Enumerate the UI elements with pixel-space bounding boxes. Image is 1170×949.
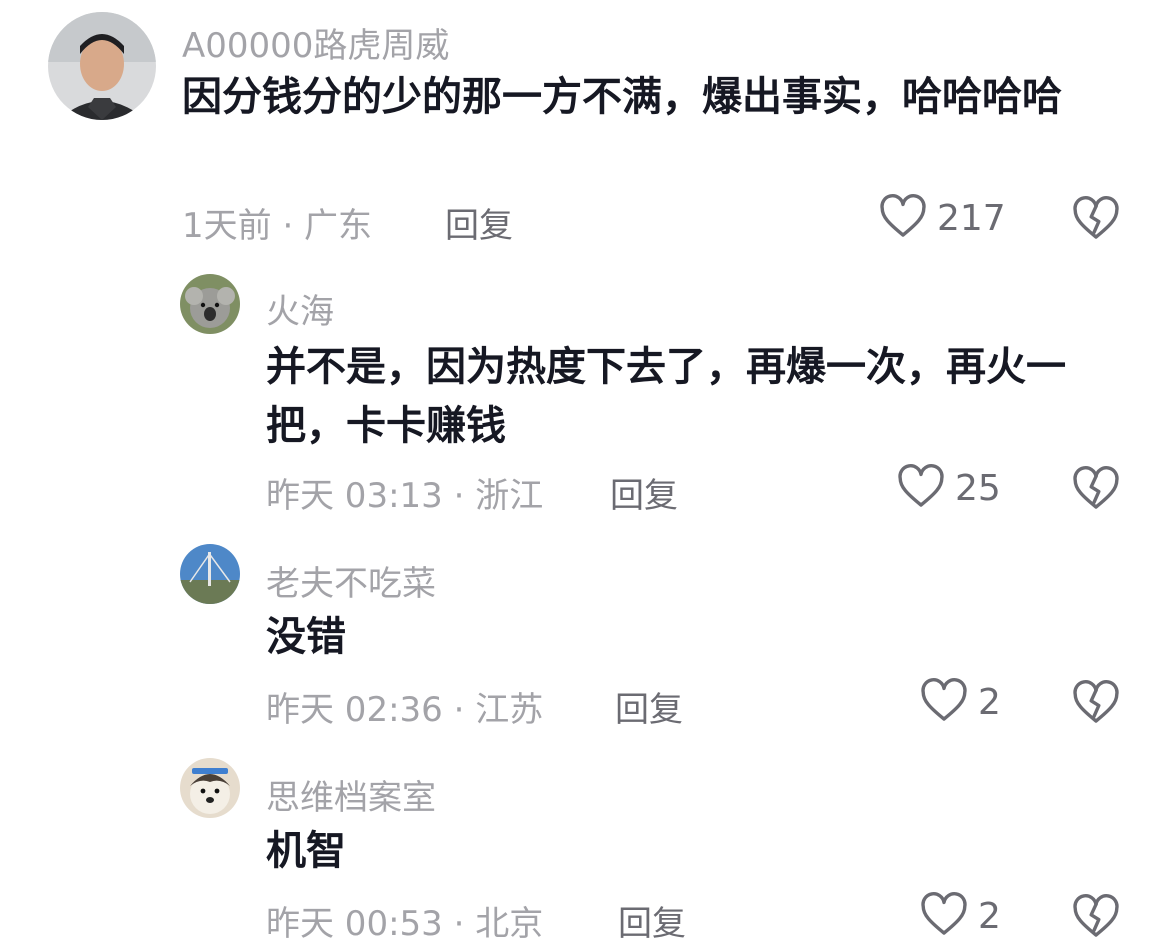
broken-heart-icon <box>1072 894 1120 942</box>
avatar[interactable] <box>48 12 156 120</box>
dislike-button[interactable] <box>1072 894 1120 938</box>
like-button[interactable]: 2 <box>920 678 1001 726</box>
broken-heart-icon <box>1072 680 1120 728</box>
reply-button[interactable]: 回复 <box>615 682 683 731</box>
like-count: 217 <box>937 197 1006 239</box>
comment-meta: 昨天 02:36 · 江苏 <box>266 690 544 730</box>
comment-username[interactable]: 火海 <box>266 284 334 333</box>
comment-item: A00000路虎周威 因分钱分的少的那一方不满，爆出事实，哈哈哈哈 1天前 · … <box>0 0 1170 260</box>
heart-outline-icon <box>920 892 968 940</box>
avatar[interactable] <box>180 274 240 334</box>
avatar[interactable] <box>180 758 240 818</box>
like-count: 2 <box>978 895 1001 937</box>
broken-heart-icon <box>1072 196 1120 244</box>
comment-text: 并不是，因为热度下去了，再爆一次，再火一把，卡卡赚钱 <box>266 344 1066 449</box>
comment-text: 因分钱分的少的那一方不满，爆出事实，哈哈哈哈 <box>182 74 1062 120</box>
dislike-button[interactable] <box>1072 466 1120 510</box>
heart-outline-icon <box>879 194 927 242</box>
like-button[interactable]: 2 <box>920 892 1001 940</box>
comment-meta: 昨天 00:53 · 北京 <box>266 904 544 944</box>
dislike-button[interactable] <box>1072 196 1120 240</box>
comment-meta: 1天前 · 广东 <box>182 206 373 246</box>
broken-heart-icon <box>1072 466 1120 514</box>
heart-outline-icon <box>897 464 945 512</box>
comment-username[interactable]: 老夫不吃菜 <box>266 556 436 605</box>
like-button[interactable]: 25 <box>897 464 1001 512</box>
reply-button[interactable]: 回复 <box>445 198 513 247</box>
reply-comment-item: 思维档案室 机智 昨天 00:53 · 北京 回复 2 <box>0 740 1170 949</box>
like-button[interactable]: 217 <box>879 194 1006 242</box>
comment-text: 机智 <box>266 828 346 874</box>
comment-username[interactable]: A00000路虎周威 <box>182 18 449 67</box>
reply-comment-item: 火海 并不是，因为热度下去了，再爆一次，再火一把，卡卡赚钱 昨天 03:13 ·… <box>0 260 1170 530</box>
reply-comment-item: 老夫不吃菜 没错 昨天 02:36 · 江苏 回复 2 <box>0 530 1170 740</box>
comment-text: 没错 <box>266 614 346 660</box>
comment-username[interactable]: 思维档案室 <box>266 770 436 819</box>
dislike-button[interactable] <box>1072 680 1120 724</box>
like-count: 25 <box>955 467 1001 509</box>
avatar[interactable] <box>180 544 240 604</box>
comment-meta: 昨天 03:13 · 浙江 <box>266 476 544 516</box>
heart-outline-icon <box>920 678 968 726</box>
like-count: 2 <box>978 681 1001 723</box>
reply-button[interactable]: 回复 <box>610 468 678 517</box>
reply-button[interactable]: 回复 <box>618 896 686 945</box>
